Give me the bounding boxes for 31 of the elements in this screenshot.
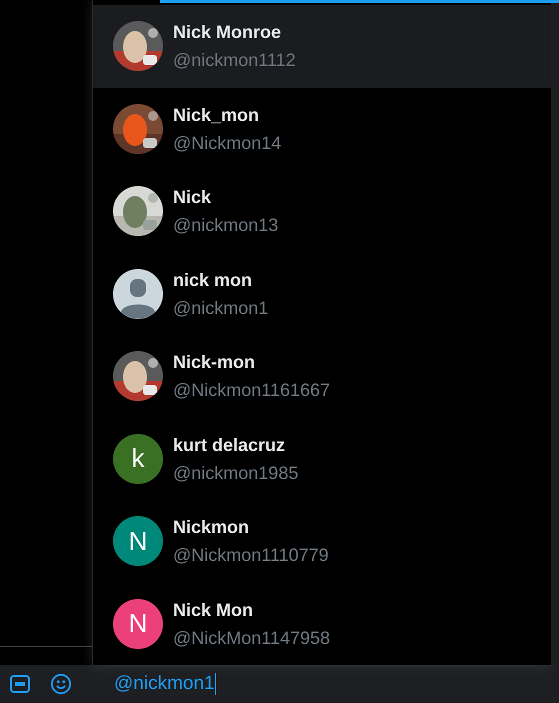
user-name: Nick-mon [173,351,256,374]
letter-avatar: k [113,434,163,484]
letter-avatar: N [113,598,163,649]
user-suggestion[interactable]: Nick Monroe @nickmon1112 [93,5,551,88]
emoji-icon[interactable] [50,673,72,695]
user-suggestion[interactable]: nick mon @nickmon1 [93,252,551,335]
user-suggestion[interactable]: k kurt delacruz @nickmon1985 [93,418,551,500]
message-input[interactable]: @nickmon1 [114,670,216,698]
letter-avatar: N [113,516,163,566]
user-handle: @nickmon1 [173,296,268,319]
user-handle: @nickmon1112 [173,49,296,72]
user-name: kurt delacruz [173,434,286,456]
user-name: Nickmon [173,516,250,538]
user-name: Nick [173,186,212,208]
user-suggestion[interactable]: Nick @nickmon13 [93,170,551,252]
user-handle: @Nickmon1161667 [173,379,330,402]
user-suggestion[interactable]: N Nickmon @Nickmon1110779 [93,500,551,582]
scrollbar[interactable] [551,0,559,665]
user-name: Nick Monroe [173,21,282,44]
user-name: Nick Mon [173,598,254,621]
user-handle: @nickmon13 [173,214,278,236]
default-avatar-icon [113,268,163,319]
user-handle: @NickMon1147958 [173,626,330,649]
user-handle: @Nickmon14 [173,132,282,154]
user-suggestion[interactable]: Nick_mon @Nickmon14 [93,88,551,170]
user-suggestion[interactable]: Nick-mon @Nickmon1161667 [93,335,551,418]
user-handle: @Nickmon1110779 [173,544,329,566]
user-handle: @nickmon1985 [173,462,298,484]
user-name: nick mon [173,268,254,291]
user-suggestion[interactable]: N Nick Mon @NickMon1147958 [93,582,551,665]
user-name: Nick_mon [173,104,260,126]
